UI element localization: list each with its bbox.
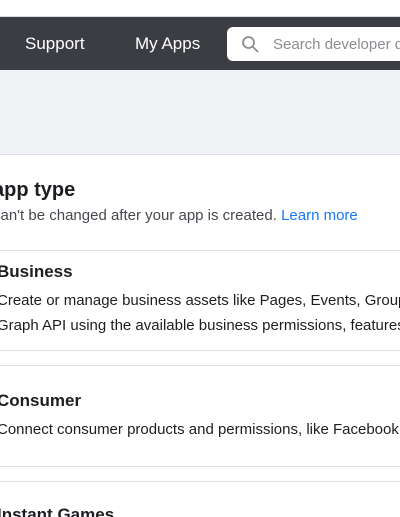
browser-top-strip	[0, 0, 400, 17]
divider	[0, 250, 400, 251]
top-navigation-bar: Support My Apps	[0, 17, 400, 70]
learn-more-link[interactable]: Learn more	[281, 207, 358, 224]
divider	[0, 365, 400, 366]
nav-link-support[interactable]: Support	[25, 17, 85, 70]
divider	[0, 466, 400, 467]
app-type-name: Instant Games	[0, 505, 115, 517]
app-type-description-line: Graph API using the available business p…	[0, 317, 400, 334]
search-box[interactable]	[227, 27, 400, 61]
nav-link-my-apps[interactable]: My Apps	[135, 17, 200, 70]
app-type-description-line: Connect consumer products and permission…	[0, 421, 400, 438]
divider	[0, 481, 400, 482]
app-type-panel: app type can't be changed after your app…	[0, 154, 400, 517]
panel-subtitle: can't be changed after your app is creat…	[0, 207, 358, 224]
app-type-option-consumer[interactable]: Consumer Connect consumer products and p…	[0, 391, 400, 446]
panel-subtitle-text: can't be changed after your app is creat…	[0, 207, 277, 224]
app-type-description-line: Create or manage business assets like Pa…	[0, 292, 400, 309]
app-type-option-instant-games[interactable]: Instant Games	[0, 505, 400, 517]
app-type-name: Business	[0, 262, 73, 281]
app-type-option-business[interactable]: Business Create or manage business asset…	[0, 262, 400, 342]
search-input[interactable]	[273, 27, 400, 61]
divider	[0, 350, 400, 351]
search-icon	[242, 36, 259, 53]
panel-title: app type	[0, 179, 76, 201]
app-type-name: Consumer	[0, 391, 82, 410]
